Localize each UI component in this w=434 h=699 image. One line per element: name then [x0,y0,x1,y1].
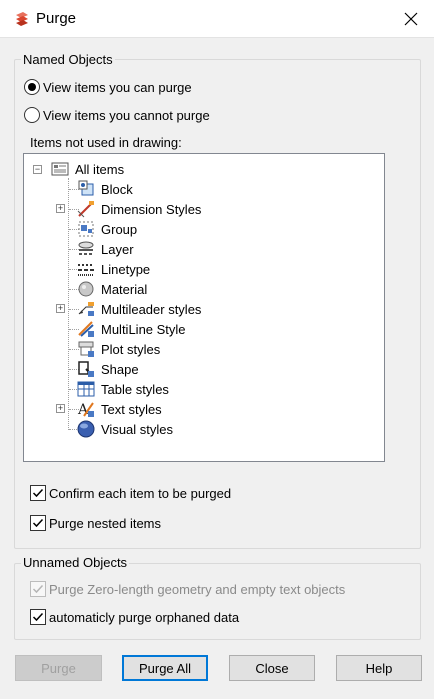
tree-item-label: Layer [101,241,134,257]
tree-item-label: MultiLine Style [101,321,186,337]
tree-item-multiline-style[interactable]: MultiLine Style [76,319,186,339]
multiline-style-icon [78,321,94,337]
purge-button[interactable]: Purge [15,655,102,681]
radio-view-can-purge[interactable]: View items you can purge [24,79,192,95]
tree-item-label: Plot styles [101,341,161,357]
purge-nested-label: Purge nested items [49,515,162,531]
checkmark-icon [32,584,44,594]
checkmark-icon [32,518,44,528]
app-logo-icon [16,12,28,26]
block-icon [78,180,94,196]
tree-item-label: Block [101,181,133,197]
tree-item-plot-styles[interactable]: Plot styles [76,339,160,359]
confirm-each-label: Confirm each item to be purged [49,485,232,501]
checkmark-icon [32,612,44,622]
tree-item-material[interactable]: Material [76,279,147,299]
group-icon [78,221,94,237]
tree-item-visual-styles[interactable]: Visual styles [76,419,173,439]
named-objects-label: Named Objects [21,52,115,67]
table-styles-icon [77,381,95,397]
tree-item-label: Dimension Styles [101,201,202,217]
checkmark-icon [32,488,44,498]
text-styles-icon: A [77,402,94,418]
material-icon [78,281,94,297]
tree-item-block[interactable]: Block [76,179,133,199]
multileader-styles-icon [78,302,94,316]
tree-item-table-styles[interactable]: Table styles [76,379,169,399]
tree-root-all-items[interactable]: − All items [33,159,124,179]
tree-caption: Items not used in drawing: [30,135,182,150]
close-button[interactable]: Close [229,655,315,681]
layer-icon [78,241,94,255]
zero-length-checkbox: Purge Zero-length geometry and empty tex… [30,581,345,597]
tree-item-label: Group [101,221,138,237]
tree-item-label: Material [101,281,148,297]
radio-can-purge-control[interactable] [24,79,40,95]
tree-item-layer[interactable]: Layer [76,239,134,259]
zero-length-box [30,581,46,597]
tree-item-multileader-styles[interactable]: + Multileader styles [56,299,202,319]
purge-all-button[interactable]: Purge All [122,655,208,681]
tree-item-label: Table styles [101,381,169,397]
items-tree[interactable]: − All items Block + Dimension Styles Group L… [23,153,385,462]
tree-item-label: Linetype [101,261,151,277]
dimension-styles-icon [77,201,94,218]
unnamed-objects-group [14,563,421,640]
expand-icon[interactable]: + [56,404,65,413]
title-bar: Purge [0,0,434,38]
confirm-each-box[interactable] [30,485,46,501]
plot-styles-icon [78,341,94,357]
radio-can-purge-label: View items you can purge [43,79,192,95]
linetype-icon [78,264,94,276]
tree-item-shape[interactable]: Shape [76,359,139,379]
zero-length-label: Purge Zero-length geometry and empty tex… [49,581,346,597]
collapse-icon[interactable]: − [33,165,42,174]
tree-item-group[interactable]: Group [76,219,137,239]
tree-item-label: Multileader styles [101,301,202,317]
purge-nested-checkbox[interactable]: Purge nested items [30,515,161,531]
tree-item-text-styles[interactable]: + A Text styles [56,399,162,419]
orphaned-data-label: automaticly purge orphaned data [49,609,240,625]
tree-item-label: Shape [101,361,139,377]
help-button[interactable]: Help [336,655,422,681]
orphaned-data-checkbox[interactable]: automaticly purge orphaned data [30,609,239,625]
purge-nested-box[interactable] [30,515,46,531]
expand-icon[interactable]: + [56,304,65,313]
shape-icon [78,361,94,377]
unnamed-objects-label: Unnamed Objects [21,555,130,570]
close-icon [404,12,418,26]
expand-icon[interactable]: + [56,204,65,213]
tree-item-linetype[interactable]: Linetype [76,259,150,279]
tree-root-label: All items [75,161,125,177]
orphaned-data-box[interactable] [30,609,46,625]
window-title: Purge [36,10,77,27]
visual-styles-icon [77,420,95,438]
drawing-icon [51,162,69,176]
close-window-button[interactable] [388,0,434,38]
confirm-each-checkbox[interactable]: Confirm each item to be purged [30,485,231,501]
radio-view-cannot-purge[interactable]: View items you cannot purge [24,107,210,123]
tree-item-dimension-styles[interactable]: + Dimension Styles [56,199,202,219]
radio-cannot-purge-label: View items you cannot purge [43,107,210,123]
tree-item-label: Visual styles [101,421,174,437]
radio-cannot-purge-control[interactable] [24,107,40,123]
tree-item-label: Text styles [101,401,162,417]
